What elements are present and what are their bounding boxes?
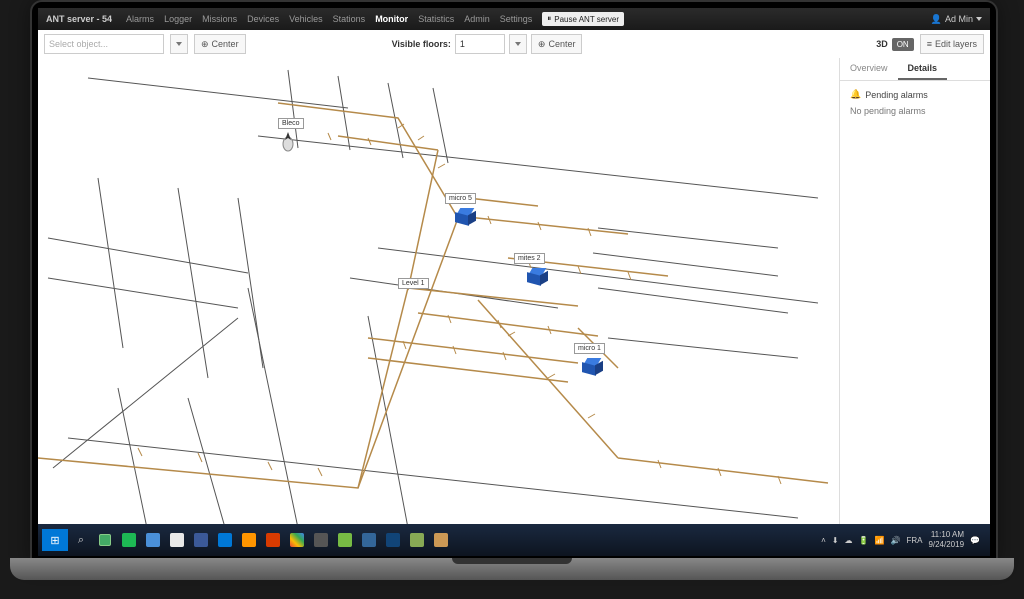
app-icon[interactable]: [142, 529, 164, 551]
user-menu[interactable]: 👤 Ad Min: [931, 14, 982, 25]
search-icon[interactable]: ⌕: [70, 529, 92, 551]
vehicle-marker[interactable]: [456, 208, 472, 224]
on-badge: ON: [892, 38, 914, 51]
nav-statistics[interactable]: Statistics: [418, 14, 454, 24]
visible-floors-label: Visible floors:: [392, 39, 451, 49]
tray-icon[interactable]: ⬇: [832, 536, 839, 545]
pending-alarms-label: Pending alarms: [865, 90, 928, 100]
date: 9/24/2019: [928, 540, 964, 550]
app-icon[interactable]: [382, 529, 404, 551]
app-topbar: ANT server - 54 Alarms Logger Missions Devi…: [38, 8, 990, 30]
app-icon[interactable]: [190, 529, 212, 551]
object-select-placeholder: Select object...: [49, 39, 108, 49]
map-label[interactable]: Bleco: [278, 118, 304, 129]
visible-floors-dropdown[interactable]: [509, 34, 527, 54]
tray-icon[interactable]: 🔋: [859, 536, 869, 545]
clock[interactable]: 11:10 AM 9/24/2019: [928, 530, 964, 550]
laptop-base: [10, 558, 1014, 580]
nav-logger[interactable]: Logger: [164, 14, 192, 24]
tray-icon[interactable]: ˄: [821, 536, 826, 545]
notification-icon[interactable]: 💬: [970, 536, 980, 545]
center-label: Center: [212, 39, 239, 49]
app-icon[interactable]: [406, 529, 428, 551]
pending-alarms-header: 🔔 Pending alarms: [850, 89, 980, 100]
app-icon[interactable]: [118, 529, 140, 551]
3d-toggle[interactable]: 3D ON: [872, 38, 914, 51]
app-icon[interactable]: [358, 529, 380, 551]
main-nav: Alarms Logger Missions Devices Vehicles Stati…: [126, 14, 532, 24]
app-icon[interactable]: [310, 529, 332, 551]
app-icon[interactable]: [238, 529, 260, 551]
map-label[interactable]: Level 1: [398, 278, 429, 289]
app-icon[interactable]: [214, 529, 236, 551]
pause-label: Pause ANT server: [554, 15, 619, 24]
chevron-down-icon: [976, 17, 982, 21]
no-pending-text: No pending alarms: [850, 106, 980, 116]
visible-floors-select[interactable]: 1: [455, 34, 505, 54]
tray-icon[interactable]: ☁: [845, 536, 853, 545]
map-viewport[interactable]: Bleco micro 5 mites 2 Level 1 micro 1: [38, 58, 840, 524]
map-lines: [38, 58, 838, 524]
target-icon: ⊕: [538, 39, 546, 50]
language-indicator[interactable]: FRA: [906, 536, 922, 545]
app-icon[interactable]: [262, 529, 284, 551]
taskview-icon[interactable]: [94, 529, 116, 551]
edit-layers-button[interactable]: ≡ Edit layers: [920, 34, 984, 54]
nav-alarms[interactable]: Alarms: [126, 14, 154, 24]
nav-vehicles[interactable]: Vehicles: [289, 14, 323, 24]
toolbar: Select object... ⊕ Center Visible floors…: [38, 30, 990, 59]
start-button[interactable]: ⊞: [42, 529, 68, 551]
target-icon: ⊕: [201, 39, 209, 50]
nav-monitor[interactable]: Monitor: [375, 14, 408, 24]
map-label[interactable]: mites 2: [514, 253, 545, 264]
chevron-down-icon: [176, 42, 182, 46]
object-select[interactable]: Select object...: [44, 34, 164, 54]
chevron-down-icon: [515, 42, 521, 46]
nav-settings[interactable]: Settings: [500, 14, 533, 24]
pause-icon: ⏸: [547, 14, 551, 24]
vehicle-marker[interactable]: [583, 358, 599, 374]
app-icon[interactable]: [430, 529, 452, 551]
edit-layers-label: Edit layers: [935, 39, 977, 49]
right-panel: OverviewDetails 🔔 Pending alarms No pend…: [839, 58, 990, 524]
app-title: ANT server - 54: [46, 14, 112, 24]
3d-label: 3D: [872, 39, 892, 49]
app-icon[interactable]: [166, 529, 188, 551]
map-label[interactable]: micro 5: [445, 193, 476, 204]
center-label: Center: [548, 39, 575, 49]
nav-devices[interactable]: Devices: [247, 14, 279, 24]
windows-taskbar: ⊞ ⌕ ˄ ⬇ ☁ 🔋 📶 🔊 FRA 11:10 AM 9/24/2019 💬: [38, 524, 990, 556]
bell-icon: 🔔: [850, 89, 861, 100]
visible-floors-value: 1: [460, 39, 465, 49]
list-icon: ≡: [927, 39, 932, 49]
app-icon[interactable]: [286, 529, 308, 551]
nav-stations[interactable]: Stations: [333, 14, 366, 24]
tray-icon[interactable]: 🔊: [890, 536, 900, 545]
map-label[interactable]: micro 1: [574, 343, 605, 354]
center-button-right[interactable]: ⊕ Center: [531, 34, 583, 54]
center-button-left[interactable]: ⊕ Center: [194, 34, 246, 54]
user-icon: 👤: [931, 14, 942, 25]
tab-details[interactable]: Details: [898, 58, 948, 80]
nav-admin[interactable]: Admin: [464, 14, 490, 24]
pause-server-button[interactable]: ⏸ Pause ANT server: [542, 12, 624, 26]
vehicle-marker[interactable]: [528, 268, 544, 284]
object-select-dropdown[interactable]: [170, 34, 188, 54]
nav-missions[interactable]: Missions: [202, 14, 237, 24]
tab-overview[interactable]: Overview: [840, 58, 898, 80]
tray-icon[interactable]: 📶: [875, 536, 885, 545]
user-name: Ad Min: [945, 14, 973, 24]
app-icon[interactable]: [334, 529, 356, 551]
time: 11:10 AM: [928, 530, 964, 540]
panel-tabs: OverviewDetails: [840, 58, 990, 81]
